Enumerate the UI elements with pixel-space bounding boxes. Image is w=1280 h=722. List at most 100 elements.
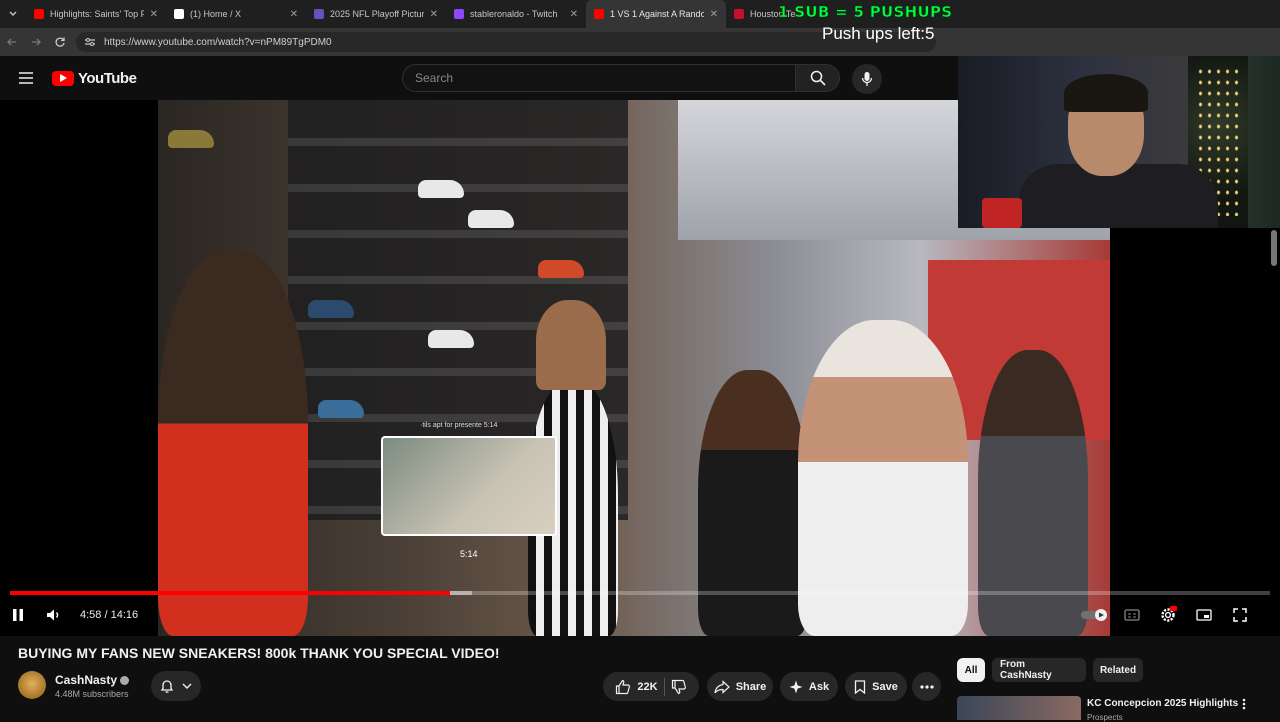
like-count: 22K (637, 680, 658, 693)
youtube-logo-text: YouTube (78, 69, 137, 87)
share-button[interactable]: Share (707, 672, 773, 701)
microphone-icon (861, 72, 873, 86)
address-url: https://www.youtube.com/watch?v=nPM89TgP… (104, 36, 332, 48)
youtube-logo[interactable]: YouTube (52, 69, 137, 87)
shoe-display (308, 300, 354, 318)
referee-head (536, 300, 606, 390)
subscriber-count: 4.48M subscribers (55, 689, 129, 699)
youtube-header: YouTube Search (0, 56, 958, 100)
chip-from-channel[interactable]: From CashNasty (992, 658, 1086, 682)
share-icon (714, 679, 730, 694)
arrow-left-icon (7, 38, 16, 46)
browser-tab[interactable]: (1) Home / X ✕ (166, 0, 306, 28)
thumbs-down-icon (671, 679, 686, 694)
recommendation-thumbnail[interactable] (957, 696, 1081, 720)
miniplayer-button[interactable] (1186, 600, 1222, 630)
thumbs-up-icon (616, 679, 631, 694)
ask-button[interactable]: Ask (780, 672, 838, 701)
autoplay-toggle[interactable] (1078, 600, 1114, 630)
search-button[interactable] (796, 64, 840, 92)
bookmark-icon (854, 679, 866, 694)
menu-button[interactable] (0, 71, 52, 85)
preview-caption: ·tils apt for presente 5:14 (420, 422, 498, 429)
site-settings-icon[interactable] (84, 37, 96, 47)
voice-search-button[interactable] (852, 64, 882, 94)
browser-tab[interactable]: Highlights: Saints' Top Pl ✕ (26, 0, 166, 28)
recommendation-title[interactable]: KC Concepcion 2025 Highlights (1087, 698, 1238, 709)
back-button[interactable] (0, 28, 24, 56)
pause-icon (13, 609, 23, 621)
more-actions-button[interactable] (912, 672, 941, 701)
recommendation-menu-button[interactable] (1242, 698, 1246, 713)
tab-close-icon[interactable]: ✕ (150, 9, 158, 20)
tab-favicon-icon (734, 9, 744, 19)
time-display: 4:58 / 14:16 (80, 609, 139, 621)
chip-all[interactable]: All (957, 658, 985, 682)
tab-title: 2025 NFL Playoff Picture (330, 9, 424, 19)
fullscreen-button[interactable] (1222, 600, 1258, 630)
more-horizontal-icon (919, 684, 934, 689)
share-label: Share (735, 680, 767, 693)
seek-preview-time: 5:14 (460, 549, 478, 559)
save-button[interactable]: Save (845, 672, 907, 701)
tab-favicon-icon (34, 9, 44, 19)
like-divider (663, 677, 665, 696)
tab-close-icon[interactable]: ✕ (710, 9, 718, 20)
shoe-display (318, 400, 364, 418)
tab-title: Highlights: Saints' Top Pl (50, 9, 144, 19)
tab-favicon-icon (594, 9, 604, 19)
page-scrollbar[interactable] (1271, 230, 1277, 266)
progress-played (10, 591, 450, 595)
like-dislike-group: 22K (603, 672, 699, 701)
tab-title: 1 VS 1 Against A Random (610, 9, 704, 19)
address-bar[interactable]: https://www.youtube.com/watch?v=nPM89TgP… (76, 32, 936, 52)
forward-button[interactable] (24, 28, 48, 56)
like-button[interactable]: 22K (615, 679, 658, 695)
browser-tabstrip: Highlights: Saints' Top Pl ✕ (1) Home / X ✕… (0, 0, 1280, 28)
streamer-webcam (958, 56, 1280, 228)
browser-tab[interactable]: stableronaldo - Twitch ✕ (446, 0, 586, 28)
arrow-right-icon (32, 38, 41, 46)
tab-favicon-icon (174, 9, 184, 19)
shoe-display (538, 260, 584, 278)
chevron-down-icon (182, 683, 192, 689)
notification-bell-button[interactable] (151, 671, 201, 701)
search-input[interactable]: Search (402, 64, 796, 92)
verified-icon (120, 676, 130, 686)
autoplay-icon (1081, 609, 1107, 621)
person-hoodie (698, 370, 808, 636)
channel-avatar[interactable] (18, 671, 46, 699)
progress-bar[interactable] (10, 591, 1270, 595)
tab-favicon-icon (314, 9, 324, 19)
shoe-display (428, 330, 474, 348)
save-label: Save (872, 680, 898, 693)
bell-icon (160, 680, 174, 693)
pushup-counter: Push ups left:5 (822, 24, 935, 43)
hamburger-icon (19, 72, 33, 84)
browser-tab[interactable]: 1 VS 1 Against A Random ✕ (586, 0, 726, 28)
person-left (158, 250, 308, 636)
tab-close-icon[interactable]: ✕ (290, 9, 298, 20)
volume-icon (47, 609, 59, 621)
mute-button[interactable] (36, 600, 72, 630)
tab-favicon-icon (454, 9, 464, 19)
shoe-display (418, 180, 464, 198)
tab-close-icon[interactable]: ✕ (570, 9, 578, 20)
channel-name-wrap[interactable]: CashNasty (55, 673, 130, 687)
settings-button[interactable] (1150, 600, 1186, 630)
gear-icon (1161, 606, 1177, 622)
tab-search-button[interactable] (0, 0, 26, 28)
tab-close-icon[interactable]: ✕ (430, 9, 438, 20)
captions-button[interactable] (1114, 600, 1150, 630)
reload-icon (55, 37, 65, 47)
pause-button[interactable] (0, 600, 36, 630)
dislike-button[interactable] (671, 679, 687, 695)
sub-pushup-banner: 1 SUB = 5 PUSHUPS (778, 3, 953, 22)
fullscreen-icon (1233, 608, 1247, 622)
recommendation-channel[interactable]: Prospects (1087, 713, 1123, 722)
chip-related[interactable]: Related (1093, 658, 1143, 682)
seek-preview-thumbnail (381, 436, 557, 536)
person-white-cap (798, 320, 968, 636)
reload-button[interactable] (48, 28, 72, 56)
browser-tab[interactable]: 2025 NFL Playoff Picture ✕ (306, 0, 446, 28)
